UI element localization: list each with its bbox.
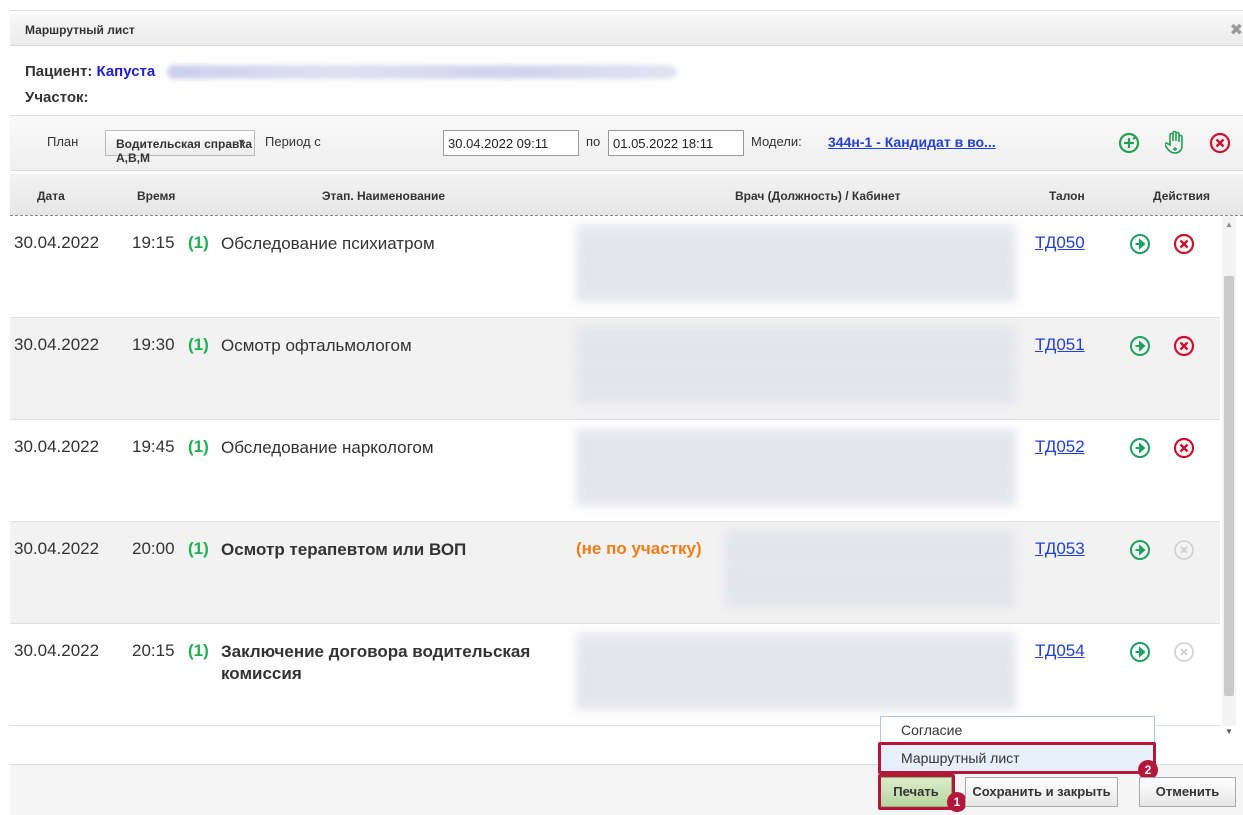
uchastok-label: Участок: [25,89,89,106]
highlight-box-route-sheet [878,742,1156,774]
route-sheet-dialog: Маршрутный лист ✖ Пациент: Капуста Участ… [10,14,1243,815]
go-arrow-icon[interactable] [1129,437,1151,464]
period-to-input[interactable]: 01.05.2022 18:11 [608,130,744,156]
add-circle-icon[interactable] [1118,132,1140,159]
row-talon-link[interactable]: ТД051 [1035,335,1085,355]
patient-details-blurred [167,65,678,80]
row-time: 19:45 [132,437,175,456]
scroll-thumb[interactable] [1224,276,1234,696]
top-border [10,10,1243,11]
row-talon-link[interactable]: ТД054 [1035,641,1085,661]
row-time: 19:30 [132,335,175,354]
delete-row-icon[interactable] [1173,437,1195,464]
table-row[interactable]: 30.04.2022 20:15 (1) Заключение договора… [10,624,1220,726]
row-name: Осмотр терапевтом или ВОП [221,540,467,559]
row-date: 30.04.2022 [14,233,100,252]
row-stage: (1) [188,335,209,354]
row-stage: (1) [188,233,209,252]
table-row[interactable]: 30.04.2022 20:00 (1) Осмотр терапевтом и… [10,522,1220,624]
plan-toolbar: План Водительская справка А,В,М ▼ Период… [10,115,1243,171]
chevron-down-icon: ▼ [237,137,246,147]
doctor-info-blurred [725,532,1015,608]
row-talon-link[interactable]: ТД053 [1035,539,1085,559]
go-arrow-icon[interactable] [1129,335,1151,362]
not-area-label: (не по участку) [576,539,702,558]
row-date: 30.04.2022 [14,335,100,354]
plan-select[interactable]: Водительская справка А,В,М ▼ [105,130,255,165]
col-actions: Действия [1153,189,1211,203]
dialog-titlebar: Маршрутный лист ✖ [10,14,1243,46]
period-from-input[interactable]: 30.04.2022 09:11 [443,130,579,156]
table-body: 30.04.2022 19:15 (1) Обследование психиа… [10,216,1220,726]
row-time: 20:00 [132,539,175,558]
delete-row-disabled-icon [1173,641,1195,668]
plan-label: План [47,134,79,149]
delete-icon[interactable] [1209,132,1231,159]
row-stage: (1) [188,641,209,660]
col-talon: Талон [1049,189,1085,203]
table-row[interactable]: 30.04.2022 19:15 (1) Обследование психиа… [10,216,1220,318]
row-talon-link[interactable]: ТД050 [1035,233,1085,253]
doctor-info-blurred [576,634,1016,710]
patient-info: Пациент: Капуста [25,62,678,82]
scroll-up-icon[interactable]: ▲ [1225,220,1233,229]
col-time: Время [137,189,176,203]
col-doctor: Врач (Должность) / Кабинет [735,189,901,203]
menu-item-consent[interactable]: Согласие [881,717,1154,743]
delete-row-icon[interactable] [1173,335,1195,362]
table-row[interactable]: 30.04.2022 19:45 (1) Обследование наркол… [10,420,1220,522]
models-label: Модели: [751,134,802,149]
go-arrow-icon[interactable] [1129,233,1151,260]
hand-icon[interactable] [1164,130,1185,159]
period-to-label: по [586,134,601,149]
row-name: Обследование наркологом [221,438,434,457]
doctor-info-blurred [576,430,1016,506]
row-stage: (1) [188,539,209,558]
row-name: Осмотр офтальмологом [221,336,412,355]
row-time: 20:15 [132,641,175,660]
row-stage: (1) [188,437,209,456]
row-time: 19:15 [132,233,175,252]
doctor-info-blurred [576,328,1016,404]
row-date: 30.04.2022 [14,437,100,456]
row-talon-link[interactable]: ТД052 [1035,437,1085,457]
table-header: Дата Время Этап. Наименование Врач (Долж… [10,174,1243,216]
cancel-button[interactable]: Отменить [1139,777,1236,807]
close-icon[interactable]: ✖ [1230,20,1243,40]
step-badge-1: 1 [947,792,967,812]
delete-row-disabled-icon [1173,539,1195,566]
delete-row-icon[interactable] [1173,233,1195,260]
period-from-label: Период с [265,134,321,149]
col-date: Дата [37,189,65,203]
dialog-title: Маршрутный лист [25,23,135,37]
row-name: Заключение договора водительская комисси… [221,642,531,683]
doctor-info-blurred [576,226,1016,302]
table-scrollbar[interactable]: ▲ ▼ [1222,216,1236,736]
table-row[interactable]: 30.04.2022 19:30 (1) Осмотр офтальмолого… [10,318,1220,420]
plan-select-value: Водительская справка А,В,М [116,137,253,165]
patient-label: Пациент: [25,63,93,80]
save-close-button[interactable]: Сохранить и закрыть [965,777,1118,807]
row-date: 30.04.2022 [14,641,100,660]
go-arrow-icon[interactable] [1129,539,1151,566]
highlight-box-print [878,774,955,810]
patient-name: Капуста [96,63,156,80]
scroll-down-icon[interactable]: ▼ [1225,727,1233,736]
row-date: 30.04.2022 [14,539,100,558]
go-arrow-icon[interactable] [1129,641,1151,668]
col-stage-name: Этап. Наименование [322,189,446,203]
row-name: Обследование психиатром [221,234,435,253]
models-link[interactable]: 344н-1 - Кандидат в во... [828,134,996,150]
